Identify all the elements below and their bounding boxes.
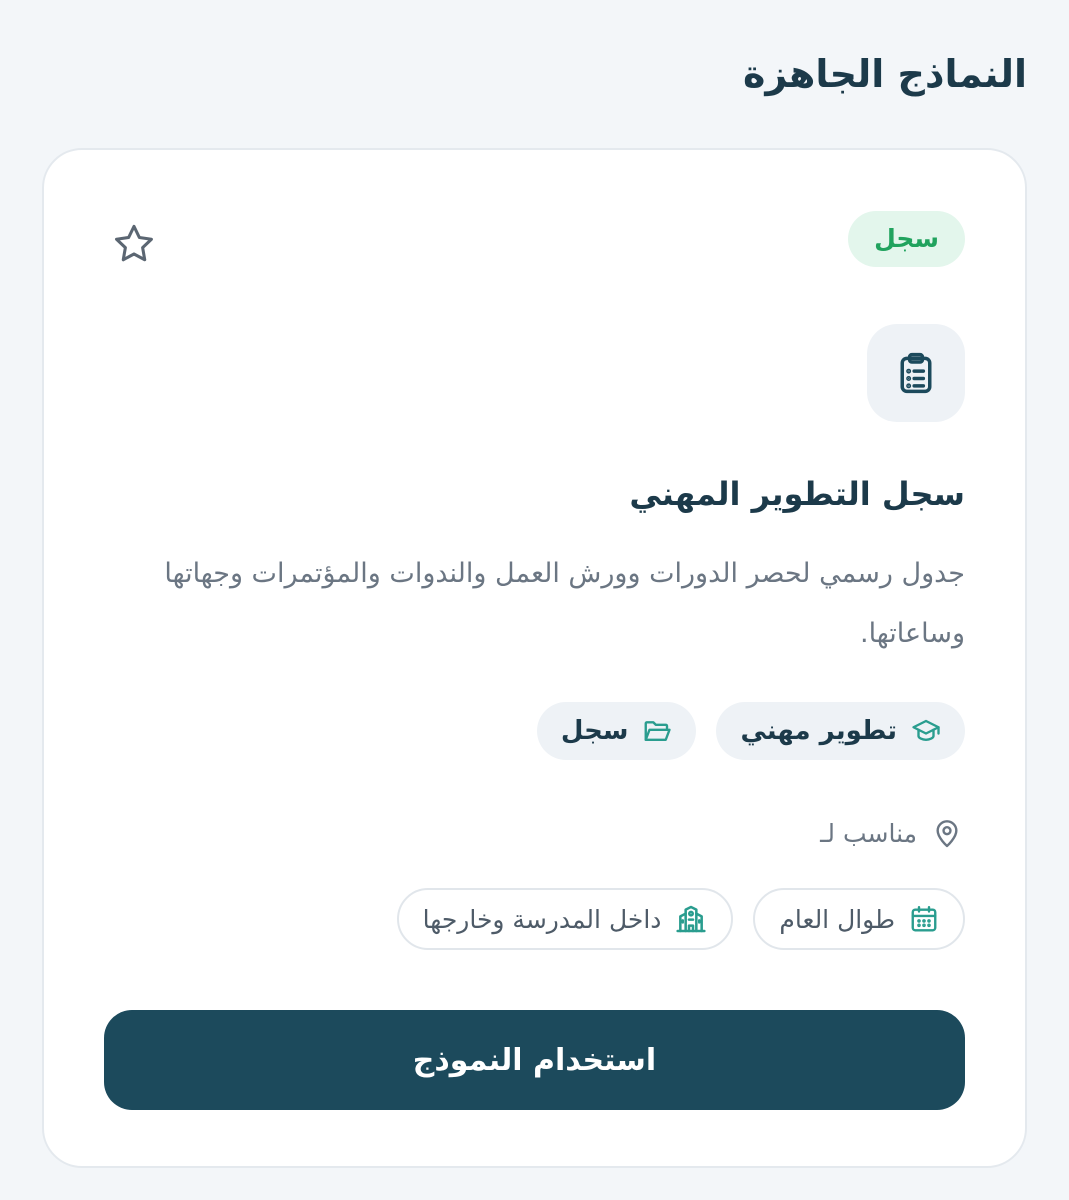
chip-label: طوال العام <box>779 904 895 934</box>
tag-label: سجل <box>560 716 629 746</box>
suitable-for-label: مناسب لـ <box>820 814 963 854</box>
star-icon <box>115 224 153 262</box>
template-description: جدول رسمي لحصر الدورات وورش العمل والندو… <box>164 558 965 649</box>
school-building-icon <box>676 905 707 933</box>
graduation-cap-icon <box>912 719 940 741</box>
chip-inside-outside-school: داخل المدرسة وخارجها <box>396 888 734 950</box>
use-template-button[interactable]: استخدام النموذج <box>104 1010 965 1110</box>
favorite-button[interactable] <box>106 216 162 272</box>
type-badge: سجل <box>848 211 965 267</box>
map-pin-icon <box>936 820 958 848</box>
template-title: سجل التطوير المهني <box>629 475 965 513</box>
calendar-icon <box>911 905 937 932</box>
chip-label: داخل المدرسة وخارجها <box>422 904 662 934</box>
chip-all-year: طوال العام <box>753 888 965 950</box>
tag-record: سجل <box>536 702 697 760</box>
template-icon-box <box>867 324 965 422</box>
templates-page: النماذج الجاهزة سجل سجل التطوير المهني ج… <box>0 0 1069 1200</box>
suitable-for-text: مناسب لـ <box>820 819 917 848</box>
section-title: النماذج الجاهزة <box>742 52 1027 96</box>
tags-row: تطوير مهني سجل <box>536 702 965 760</box>
tag-professional-development: تطوير مهني <box>716 702 965 760</box>
clipboard-list-icon <box>900 352 932 394</box>
tag-label: تطوير مهني <box>740 716 897 746</box>
chips-row: طوال العام داخل المدرسة وخارجها <box>396 888 965 950</box>
template-card: سجل سجل التطوير المهني جدول رسمي لحصر ال… <box>42 148 1027 1168</box>
folder-open-icon <box>645 721 672 741</box>
